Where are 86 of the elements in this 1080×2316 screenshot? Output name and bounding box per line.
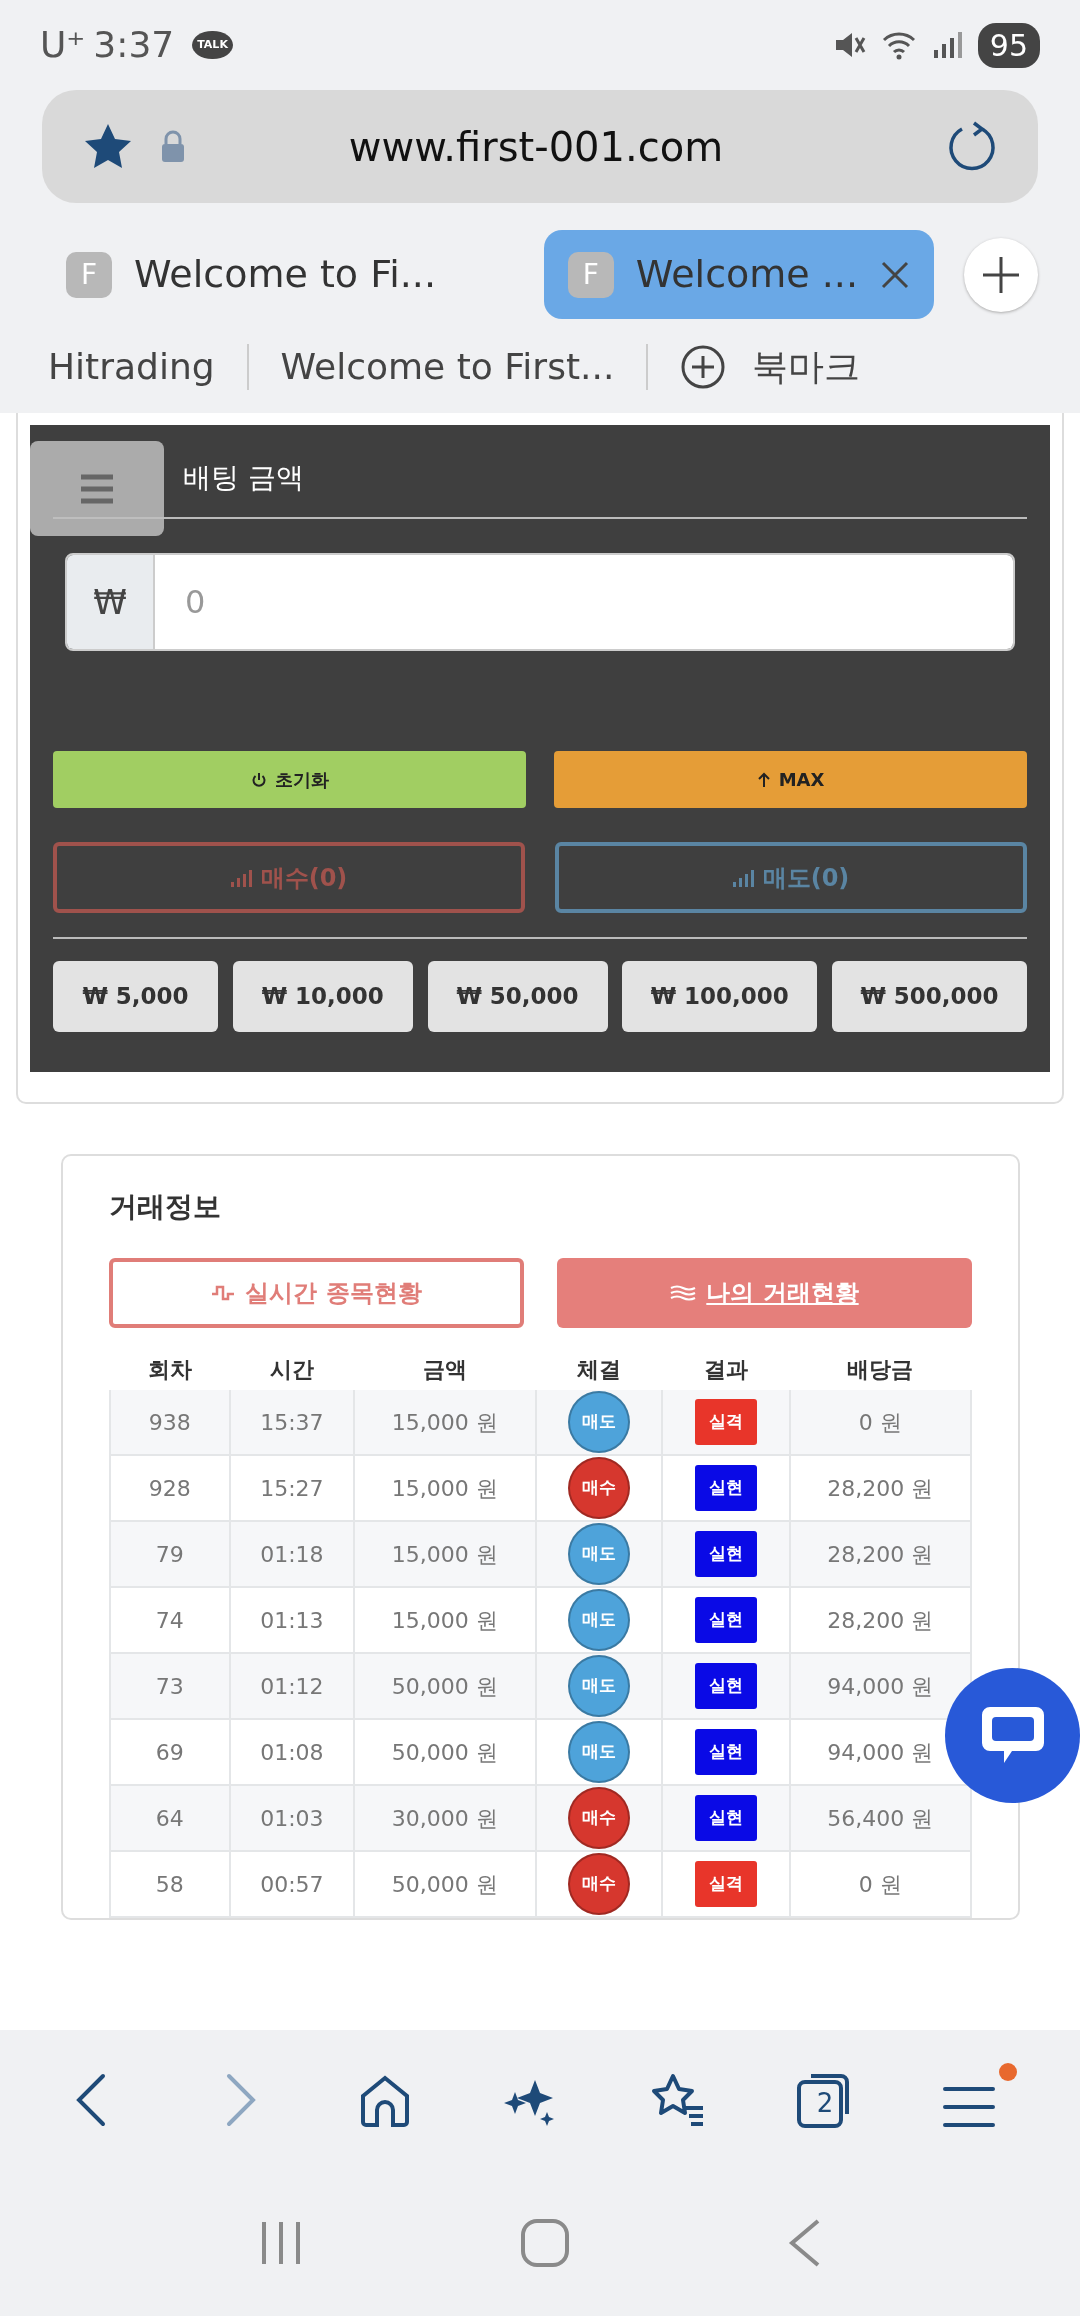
table-cell: 15:37 [229,1390,355,1455]
result-badge: 실현 [694,1531,757,1577]
column-header: 체결 [535,1348,663,1390]
table-cell: 28,200 원 [789,1521,971,1587]
tab-count: 2 [815,2087,835,2120]
table-cell: 00:57 [229,1851,355,1917]
currency-label: ₩ [67,555,155,649]
signal-bars-icon [732,868,755,887]
column-header: 시간 [229,1348,355,1390]
table-cell: 0 원 [789,1851,971,1917]
add-circle-icon[interactable] [680,344,727,390]
column-header: 결과 [662,1348,790,1390]
trade-side-badge: 매도 [567,1589,630,1651]
section-title: 거래정보 [109,1189,222,1225]
signal-icon [931,30,962,60]
battery-level: 95 [977,22,1040,68]
bookmark-link[interactable]: Welcome to First... [280,340,615,394]
reload-icon[interactable] [946,120,998,173]
table-cell: 73 [110,1653,230,1719]
browser-tab[interactable]: F Welcome ... [543,230,934,319]
url-text: www.first-001.com [347,122,725,172]
favicon: F [66,251,112,298]
table-cell: 50,000 원 [354,1653,536,1719]
table-cell: 94,000 원 [789,1653,971,1719]
result-badge: 실현 [694,1729,757,1775]
signal-bars-icon [230,868,253,887]
result-badge: 실현 [694,1465,757,1511]
table-cell: 01:12 [229,1653,355,1719]
bookmark-add-label[interactable]: 북마크 [752,340,861,394]
floating-menu-button[interactable] [30,441,164,536]
lock-icon [160,129,186,164]
preset-amount-button[interactable]: ₩ 5,000 [53,961,218,1032]
max-button[interactable]: MAX [554,751,1027,808]
table-cell: 01:18 [229,1521,355,1587]
column-header: 회차 [110,1348,230,1390]
table-cell: 0 원 [789,1390,971,1455]
table-cell: 79 [110,1521,230,1587]
pulse-icon [211,1283,236,1303]
favicon: F [567,251,614,298]
new-tab-button[interactable] [964,237,1038,312]
waves-icon [670,1284,697,1302]
table-cell: 938 [110,1390,230,1455]
result-badge: 실현 [694,1597,757,1643]
result-badge: 실현 [694,1795,757,1841]
table-cell: 15,000 원 [354,1521,536,1587]
tab-title: Welcome ... [635,251,858,298]
table-cell: 56,400 원 [789,1785,971,1851]
preset-amount-button[interactable]: ₩ 500,000 [832,961,1027,1032]
table-cell: 01:03 [229,1785,355,1851]
power-icon [250,771,267,788]
home-button-icon[interactable] [520,2218,570,2268]
trade-side-badge: 매도 [567,1391,630,1453]
browser-tab[interactable]: F Welcome to Fi... [42,230,460,319]
trade-side-badge: 매수 [567,1853,630,1915]
table-cell: 30,000 원 [354,1785,536,1851]
wifi-icon [881,30,916,60]
carrier-label: U⁺ [40,23,86,67]
plus-icon [981,254,1021,295]
tabs-button[interactable]: 2 [793,2070,853,2130]
address-bar[interactable]: www.first-001.com [42,90,1038,203]
clock: 3:37 [93,23,175,67]
chat-app-icon: TALK [192,30,233,60]
table-cell: 50,000 원 [354,1851,536,1917]
arrow-up-icon [756,771,771,788]
tab-title: Welcome to Fi... [134,251,436,298]
result-badge: 실격 [694,1399,757,1445]
table-cell: 15,000 원 [354,1390,536,1455]
trade-side-badge: 매도 [567,1523,630,1585]
amount-field[interactable]: ₩ 0 [65,553,1015,651]
bookmark-link[interactable]: Hitrading [48,340,215,394]
trade-side-badge: 매수 [567,1787,630,1849]
result-badge: 실현 [694,1663,757,1709]
reset-button[interactable]: 초기화 [53,751,526,808]
preset-amount-button[interactable]: ₩ 100,000 [622,961,818,1032]
trade-side-badge: 매수 [567,1457,630,1519]
column-header: 금액 [354,1348,536,1390]
trade-side-badge: 매도 [567,1655,630,1717]
result-badge: 실격 [694,1861,757,1907]
back-icon[interactable] [786,2218,822,2268]
table-cell: 64 [110,1785,230,1851]
close-icon[interactable] [880,259,910,290]
trade-side-badge: 매도 [567,1721,630,1783]
preset-amount-button[interactable]: ₩ 10,000 [232,961,413,1032]
column-header: 배당금 [789,1348,971,1390]
preset-amount-button[interactable]: ₩ 50,000 [427,961,608,1032]
table-cell: 58 [110,1851,230,1917]
